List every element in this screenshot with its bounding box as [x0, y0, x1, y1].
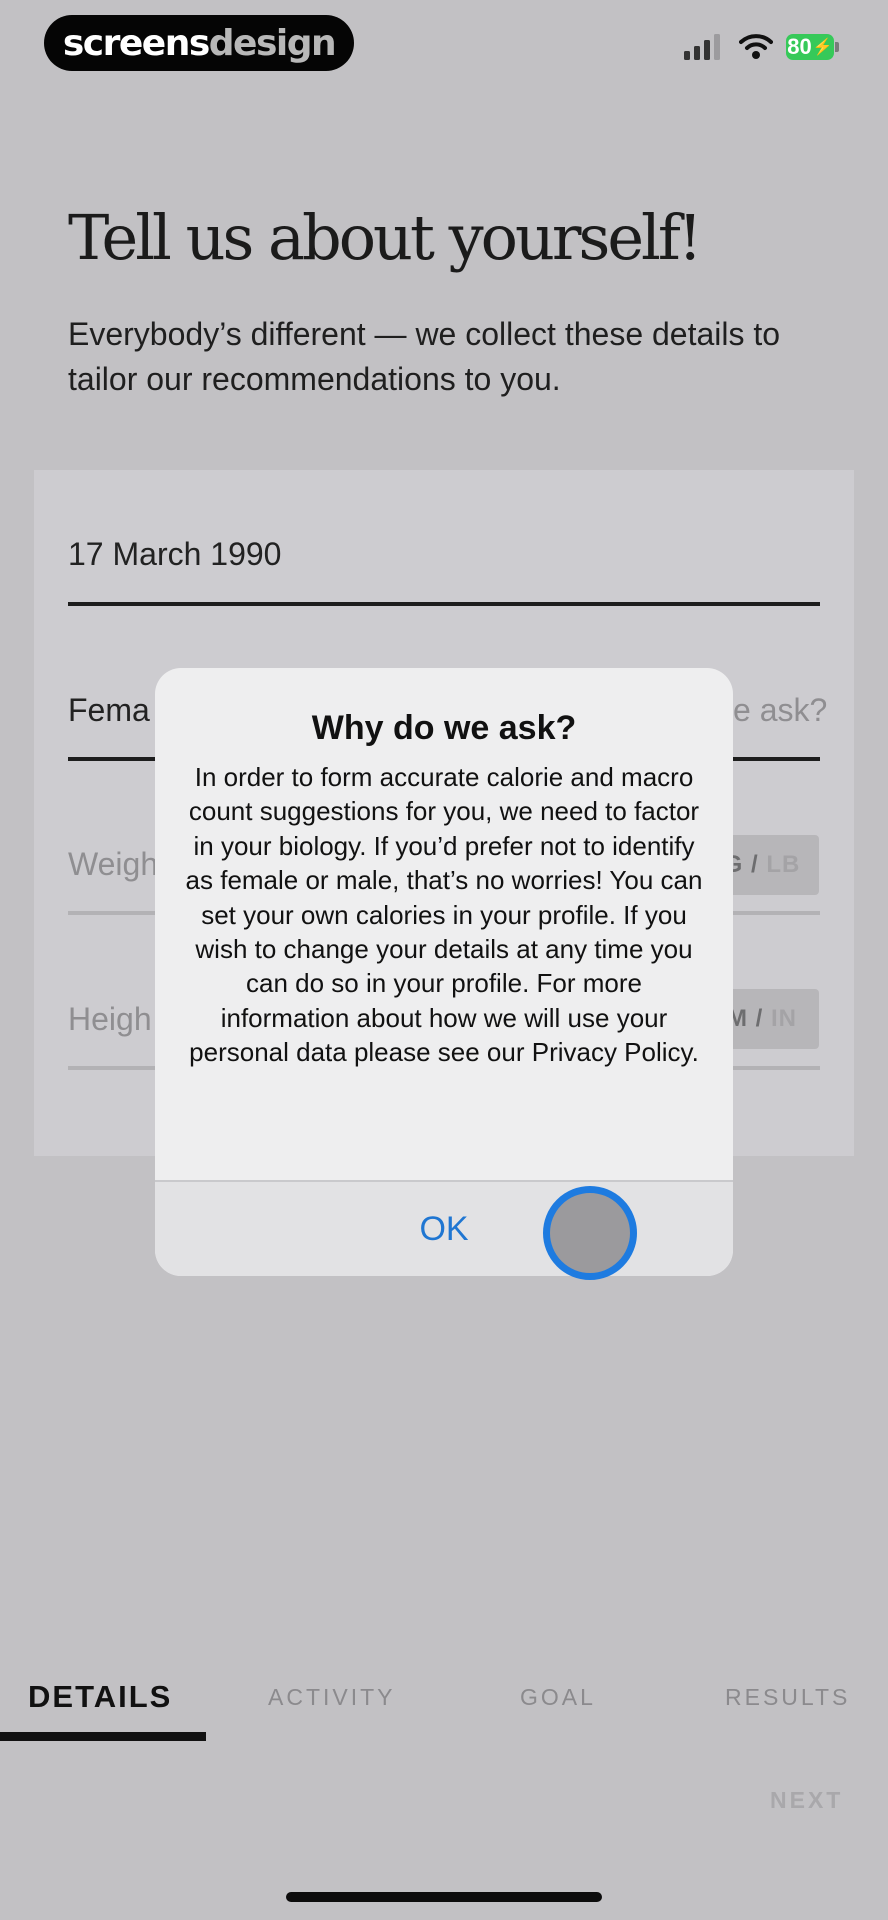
- dialog-title: Why do we ask?: [311, 709, 577, 747]
- why-do-we-ask-dialog: Why do we ask? In order to form accurate…: [155, 668, 733, 1276]
- cellular-signal-icon: [684, 34, 720, 60]
- ok-button[interactable]: OK: [155, 1182, 733, 1276]
- active-tab-underline: [0, 1732, 206, 1741]
- home-indicator[interactable]: [286, 1892, 602, 1902]
- height-input[interactable]: Heigh: [68, 1001, 152, 1038]
- wifi-icon: [739, 34, 773, 59]
- tab-details[interactable]: DETAILS: [28, 1679, 172, 1715]
- weight-input[interactable]: Weigh: [68, 846, 158, 883]
- birthdate-underline: [68, 602, 820, 606]
- screensdesign-logo: screens design: [44, 15, 354, 71]
- charging-bolt-icon: ⚡: [812, 39, 833, 56]
- weight-unit-lb[interactable]: LB: [766, 851, 800, 879]
- logo-text-design: design: [208, 22, 337, 64]
- battery-indicator: 80 ⚡: [786, 34, 834, 60]
- tab-goal[interactable]: GOAL: [520, 1684, 596, 1711]
- birthdate-field[interactable]: 17 March 1990: [68, 536, 281, 573]
- touch-indicator: [543, 1186, 637, 1280]
- logo-text-screens: screens: [62, 22, 210, 64]
- tab-activity[interactable]: ACTIVITY: [268, 1684, 396, 1711]
- battery-percent: 80: [787, 34, 812, 59]
- dialog-message: In order to form accurate calorie and ma…: [185, 762, 703, 1068]
- tab-results[interactable]: RESULTS: [725, 1684, 850, 1711]
- page-title: Tell us about yourself!: [68, 201, 703, 274]
- gender-field[interactable]: Fema: [68, 692, 150, 729]
- next-button[interactable]: NEXT: [770, 1787, 843, 1814]
- height-unit-in[interactable]: IN: [771, 1005, 797, 1033]
- why-ask-link[interactable]: e ask?: [733, 692, 827, 729]
- battery-tip: [835, 42, 839, 52]
- page-subtitle: Everybody’s different — we collect these…: [68, 316, 781, 397]
